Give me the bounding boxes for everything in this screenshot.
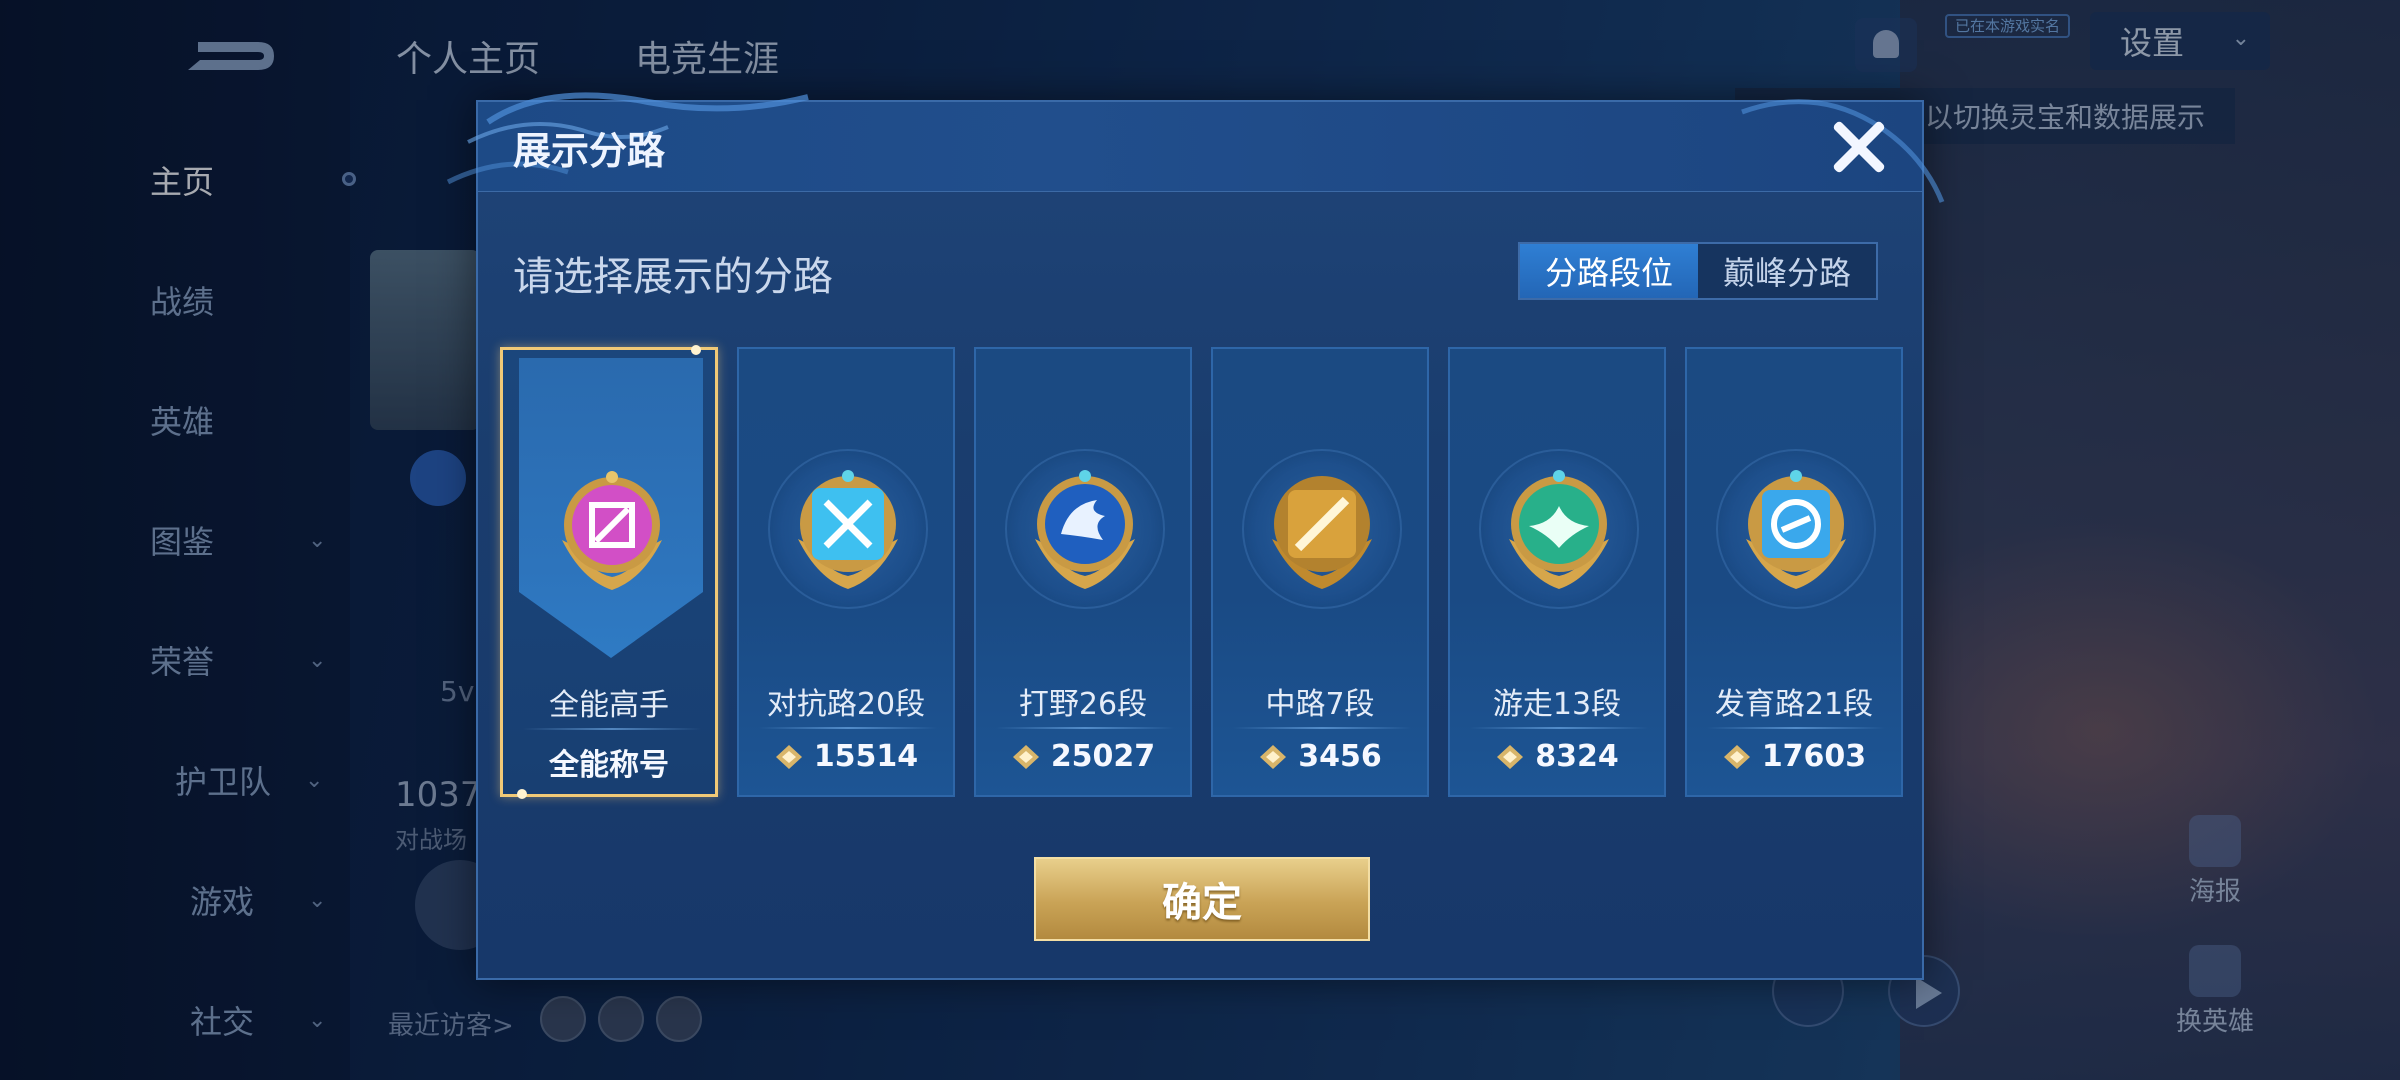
roam-emblem-icon [1509, 470, 1609, 589]
lane-rank-label: 全能高手 [549, 688, 669, 723]
lane-score-value: 3456 [1298, 739, 1382, 774]
dialog-header: 展示分路 [446, 92, 1945, 203]
lane-rank-label: 游走13段 [1492, 687, 1622, 722]
lane-cards: 全能高手 全能称号 对抗路20段 15514 打野26段 25027 中路7段 … [500, 345, 1910, 799]
lane-score-value: 25027 [1050, 739, 1156, 774]
tab-lane-rank[interactable]: 分路段位 [1520, 244, 1698, 298]
divider [759, 727, 937, 729]
all-round-emblem-icon [562, 471, 662, 590]
lane-points-icon [775, 744, 802, 769]
lane-score: 3456 [1213, 739, 1427, 774]
lane-score-value: 15514 [813, 739, 919, 774]
lane-points-icon [1260, 744, 1287, 769]
lane-rank-label: 对抗路20段 [766, 687, 926, 722]
lane-rank-label: 中路7段 [1265, 687, 1375, 722]
dialog-subtitle: 请选择展示的分路 [513, 254, 833, 300]
lane-score-value: 17603 [1761, 739, 1867, 774]
corner-sparkle [691, 345, 701, 355]
lane-score: 全能称号 [503, 740, 715, 784]
lane-display-dialog: 展示分路 请选择展示的分路 分路段位 巅峰分路 全能高手 全能称号 对抗路20段… [446, 92, 1945, 980]
lane-points-icon [1012, 744, 1039, 769]
close-icon[interactable] [1828, 116, 1888, 176]
lane-card-roam[interactable]: 游走13段 8324 [1448, 347, 1666, 797]
divider [996, 727, 1174, 729]
title-text: 全能称号 [549, 748, 669, 783]
mid-lane-emblem-icon [1272, 476, 1372, 589]
divider [1707, 727, 1885, 729]
confirm-button[interactable]: 确定 [1034, 857, 1370, 941]
lane-rank-label: 打野26段 [1018, 687, 1148, 722]
lane-points-icon [1497, 744, 1524, 769]
dialog-title: 展示分路 [513, 129, 666, 173]
lane-score: 25027 [976, 739, 1190, 774]
lane-card-jungle[interactable]: 打野26段 25027 [974, 347, 1192, 797]
lane-card-clash[interactable]: 对抗路20段 15514 [737, 347, 955, 797]
lane-score: 15514 [739, 739, 953, 774]
display-mode-toggle: 分路段位 巅峰分路 [1518, 242, 1878, 300]
clash-lane-emblem-icon [798, 470, 898, 589]
jungle-emblem-icon [1035, 470, 1135, 589]
divider [1470, 727, 1648, 729]
farm-lane-emblem-icon [1746, 470, 1846, 589]
lane-points-icon [1723, 744, 1750, 769]
corner-sparkle [517, 789, 527, 799]
lane-score: 17603 [1687, 739, 1901, 774]
lane-card-farm[interactable]: 发育路21段 17603 [1685, 347, 1903, 797]
divider [1233, 727, 1411, 729]
divider [523, 728, 701, 730]
tab-peak-lane[interactable]: 巅峰分路 [1698, 244, 1876, 298]
lane-card-all-round[interactable]: 全能高手 全能称号 [500, 345, 718, 799]
lane-score-value: 8324 [1535, 739, 1619, 774]
lane-score: 8324 [1450, 739, 1664, 774]
lane-card-mid[interactable]: 中路7段 3456 [1211, 347, 1429, 797]
lane-rank-label: 发育路21段 [1714, 687, 1874, 722]
